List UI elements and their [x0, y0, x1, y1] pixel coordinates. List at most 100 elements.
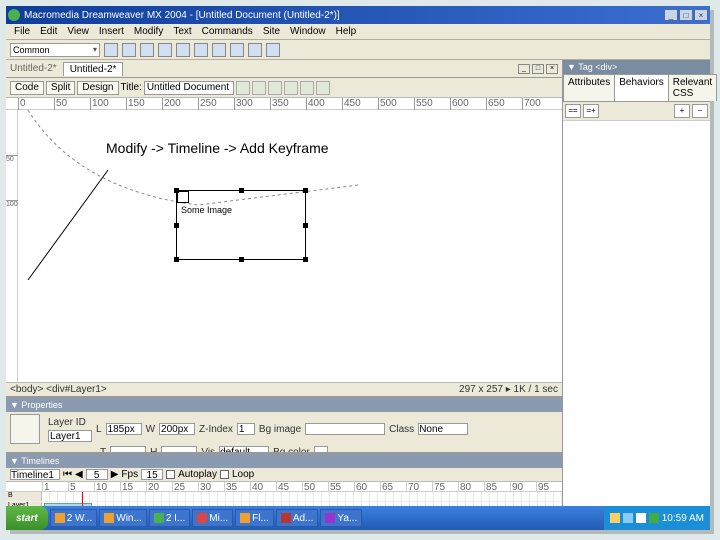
- selected-layer[interactable]: Some Image: [176, 190, 306, 260]
- tag-selector[interactable]: <body> <div#Layer1>: [10, 384, 107, 395]
- class-select[interactable]: None: [418, 423, 468, 435]
- menu-view[interactable]: View: [63, 26, 93, 37]
- status-dimensions: 297 x 257 ▸ 1K / 1 sec: [459, 384, 558, 395]
- tag-inspector-header[interactable]: ▼ Tag <div>: [563, 60, 710, 74]
- taskbar-item[interactable]: 2 I...: [149, 509, 190, 527]
- app-icon: [281, 513, 291, 523]
- rewind-button[interactable]: ⏮: [63, 469, 72, 480]
- resize-handle[interactable]: [239, 257, 244, 262]
- menu-site[interactable]: Site: [259, 26, 284, 37]
- bgimg-label: Bg image: [259, 424, 301, 435]
- tray-icon[interactable]: [649, 513, 659, 523]
- insert-icon[interactable]: [248, 43, 262, 57]
- prev-frame-button[interactable]: ◀: [75, 469, 83, 480]
- behaviors-add-button[interactable]: +: [674, 104, 690, 118]
- next-frame-button[interactable]: ▶: [111, 469, 119, 480]
- timelines-header[interactable]: ▼ Timelines: [6, 454, 562, 468]
- taskbar-item[interactable]: Mi...: [192, 509, 233, 527]
- design-view-button[interactable]: Design: [77, 81, 118, 95]
- behaviors-tool[interactable]: =+: [583, 104, 599, 118]
- minimize-button[interactable]: _: [664, 9, 678, 21]
- close-button[interactable]: ×: [694, 9, 708, 21]
- insert-icon[interactable]: [158, 43, 172, 57]
- bgimg-input[interactable]: [305, 423, 385, 435]
- title-label: Title:: [121, 82, 142, 93]
- insert-icon[interactable]: [122, 43, 136, 57]
- timeline-ruler[interactable]: 15101520253035404550556065707580859095: [6, 482, 562, 492]
- split-view-button[interactable]: Split: [46, 81, 75, 95]
- insert-icon[interactable]: [212, 43, 226, 57]
- doc-close-button[interactable]: ×: [546, 64, 558, 74]
- menu-insert[interactable]: Insert: [95, 26, 128, 37]
- insert-category-select[interactable]: Common: [10, 43, 100, 57]
- app-icon: [8, 9, 20, 21]
- taskbar-item[interactable]: Ad...: [276, 509, 319, 527]
- resize-handle[interactable]: [174, 223, 179, 228]
- autoplay-checkbox[interactable]: [166, 470, 175, 479]
- insert-icon[interactable]: [194, 43, 208, 57]
- tab-attributes[interactable]: Attributes: [563, 74, 615, 101]
- behaviors-list[interactable]: [563, 121, 710, 506]
- fps-input[interactable]: 15: [141, 469, 163, 480]
- menu-window[interactable]: Window: [286, 26, 330, 37]
- properties-panel: ▼ Properties Layer ID Layer1 L 185px W 2…: [6, 396, 562, 452]
- system-tray[interactable]: 10:59 AM: [604, 506, 710, 530]
- annotation-text: Modify -> Timeline -> Add Keyframe: [106, 140, 329, 156]
- toolbar-icon[interactable]: [236, 81, 250, 95]
- taskbar-item[interactable]: Fl...: [235, 509, 274, 527]
- layer-id-label: Layer ID: [48, 417, 92, 428]
- taskbar-item[interactable]: Ya...: [320, 509, 362, 527]
- z-input[interactable]: 1: [237, 423, 255, 435]
- resize-handle[interactable]: [174, 188, 179, 193]
- menu-text[interactable]: Text: [169, 26, 195, 37]
- insert-icon[interactable]: [104, 43, 118, 57]
- annotation-line: [28, 170, 108, 280]
- frame-input[interactable]: 5: [86, 469, 108, 480]
- resize-handle[interactable]: [303, 257, 308, 262]
- w-input[interactable]: 200px: [159, 423, 195, 435]
- timeline-clip[interactable]: [44, 503, 92, 506]
- doc-minimize-button[interactable]: _: [518, 64, 530, 74]
- taskbar-item[interactable]: 2 W...: [50, 509, 98, 527]
- toolbar-icon[interactable]: [316, 81, 330, 95]
- timeline-name-select[interactable]: Timeline1: [10, 469, 60, 480]
- tab-relevant-css[interactable]: Relevant CSS: [668, 74, 717, 101]
- tab-behaviors[interactable]: Behaviors: [614, 74, 668, 101]
- tray-icon[interactable]: [623, 513, 633, 523]
- maximize-button[interactable]: □: [679, 9, 693, 21]
- l-input[interactable]: 185px: [106, 423, 142, 435]
- refresh-icon[interactable]: [300, 81, 314, 95]
- insert-icon[interactable]: [140, 43, 154, 57]
- title-input[interactable]: Untitled Document: [144, 81, 234, 95]
- code-view-button[interactable]: Code: [10, 81, 44, 95]
- layer-id-input[interactable]: Layer1: [48, 430, 92, 442]
- menu-modify[interactable]: Modify: [130, 26, 167, 37]
- toolbar-icon[interactable]: [284, 81, 298, 95]
- timeline-lane-1[interactable]: Layer1: [6, 502, 42, 506]
- resize-handle[interactable]: [303, 223, 308, 228]
- properties-header[interactable]: ▼ Properties: [6, 398, 562, 412]
- doc-restore-button[interactable]: □: [532, 64, 544, 74]
- resize-handle[interactable]: [239, 188, 244, 193]
- playhead[interactable]: [82, 492, 83, 506]
- resize-handle[interactable]: [174, 257, 179, 262]
- tray-icon[interactable]: [610, 513, 620, 523]
- loop-checkbox[interactable]: [220, 470, 229, 479]
- start-button[interactable]: start: [6, 506, 48, 530]
- taskbar-item[interactable]: Win...: [99, 509, 147, 527]
- tray-icon[interactable]: [636, 513, 646, 523]
- resize-handle[interactable]: [303, 188, 308, 193]
- design-canvas[interactable]: 50100 Modify -> Timeline -> Add Keyframe…: [6, 110, 562, 382]
- insert-icon[interactable]: [230, 43, 244, 57]
- behaviors-tool[interactable]: ==: [565, 104, 581, 118]
- toolbar-icon[interactable]: [268, 81, 282, 95]
- menu-help[interactable]: Help: [332, 26, 361, 37]
- behaviors-remove-button[interactable]: −: [692, 104, 708, 118]
- menu-edit[interactable]: Edit: [36, 26, 61, 37]
- insert-icon[interactable]: [176, 43, 190, 57]
- insert-icon[interactable]: [266, 43, 280, 57]
- menu-commands[interactable]: Commands: [198, 26, 257, 37]
- menu-file[interactable]: File: [10, 26, 34, 37]
- toolbar-icon[interactable]: [252, 81, 266, 95]
- document-tab[interactable]: Untitled-2*: [63, 62, 124, 76]
